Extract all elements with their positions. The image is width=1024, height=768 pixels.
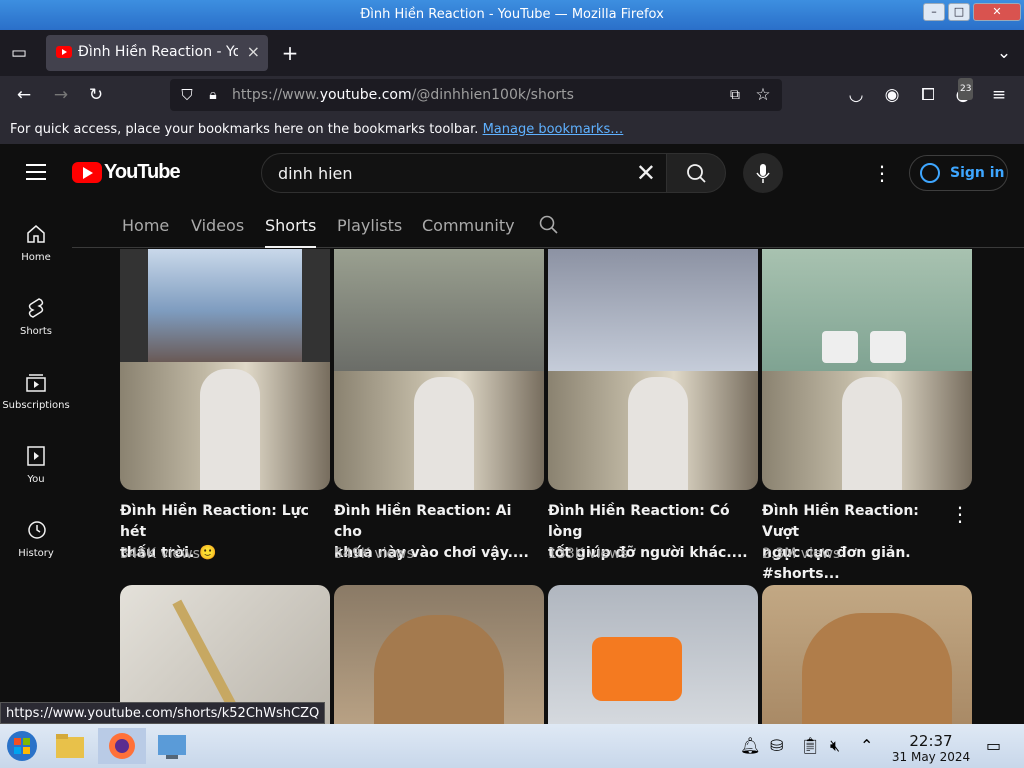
volume-muted-icon[interactable]: 🔇︎ bbox=[830, 728, 854, 764]
extensions-icon[interactable]: ⧠ bbox=[917, 84, 939, 106]
minimize-button[interactable]: – bbox=[923, 3, 945, 21]
bookmarks-hint: For quick access, place your bookmarks h… bbox=[10, 122, 624, 137]
notification-bell-icon[interactable]: 🔔︎ bbox=[740, 728, 764, 764]
settings-dots-icon[interactable]: ⋮ bbox=[872, 160, 892, 186]
channel-tabs: Home Videos Shorts Playlists Community bbox=[72, 202, 1024, 248]
guide-menu-icon[interactable] bbox=[26, 164, 46, 180]
youtube-logo-icon[interactable] bbox=[72, 162, 102, 183]
address-bar[interactable]: ⛉ 🔒︎ https://www.youtube.com/@dinhhien10… bbox=[170, 79, 782, 111]
youtube-wordmark[interactable]: YouTube bbox=[104, 161, 181, 184]
history-icon bbox=[28, 521, 46, 539]
video-title[interactable]: Đình Hiền Reaction: Vượt ngục cực đơn giả… bbox=[762, 501, 952, 585]
file-manager-icon[interactable] bbox=[50, 728, 90, 764]
url-text[interactable]: https://www.youtube.com/@dinhhien100k/sh… bbox=[232, 87, 574, 103]
show-desktop-icon[interactable]: ▭ bbox=[986, 728, 1010, 764]
rail-item-home[interactable]: Home bbox=[0, 222, 72, 282]
user-avatar-icon bbox=[920, 163, 940, 183]
status-link-url: https://www.youtube.com/shorts/k52ChWshC… bbox=[0, 702, 326, 724]
view-count: 133K views bbox=[548, 546, 628, 562]
start-menu-icon[interactable] bbox=[2, 728, 42, 764]
search-input[interactable]: dinh hien ✕ bbox=[261, 153, 667, 193]
tab-strip: ▭ Đình Hiền Reaction - You × + ⌄ bbox=[0, 30, 1024, 76]
window-title: Đình Hiền Reaction - YouTube — Mozilla F… bbox=[360, 7, 664, 22]
forward-arrow-icon[interactable]: → bbox=[50, 84, 72, 106]
tab-label: Đình Hiền Reaction - You bbox=[78, 44, 238, 60]
short-thumbnail[interactable] bbox=[762, 585, 972, 724]
tab-youtube[interactable]: Đình Hiền Reaction - You × bbox=[46, 35, 268, 71]
rail-item-you[interactable]: You bbox=[0, 444, 72, 504]
bookmark-star-icon[interactable]: ☆ bbox=[752, 84, 774, 106]
short-thumbnail[interactable] bbox=[120, 249, 330, 490]
maximize-button[interactable]: □ bbox=[948, 3, 970, 21]
home-icon bbox=[27, 225, 45, 243]
picture-in-picture-icon[interactable]: ⧉ bbox=[724, 84, 746, 106]
more-options-icon[interactable]: ⋮ bbox=[950, 502, 970, 526]
tab-playlists[interactable]: Playlists bbox=[337, 216, 402, 235]
subscriptions-icon bbox=[26, 374, 46, 392]
tab-home[interactable]: Home bbox=[122, 216, 169, 235]
channel-search-icon[interactable] bbox=[538, 214, 560, 236]
search-icon bbox=[687, 164, 706, 183]
search-button[interactable] bbox=[666, 153, 726, 193]
taskbar: 🔔︎ ⛁ 📋︎ 🔇︎ ⌃ 22:37 31 May 2024 ▭ bbox=[0, 724, 1024, 768]
sign-in-button[interactable]: Sign in bbox=[909, 155, 1008, 191]
rail-item-subscriptions[interactable]: Subscriptions bbox=[0, 370, 72, 430]
system-clock[interactable]: 22:37 31 May 2024 bbox=[886, 732, 976, 764]
short-thumbnail[interactable] bbox=[334, 249, 544, 490]
addon-badge-count: 23 bbox=[958, 78, 974, 100]
view-count: 346K views bbox=[120, 546, 200, 562]
view-count: 549K views bbox=[334, 546, 414, 562]
shorts-icon bbox=[28, 298, 44, 318]
window-titlebar: Đình Hiền Reaction - YouTube — Mozilla F… bbox=[0, 0, 1024, 30]
clear-search-icon[interactable]: ✕ bbox=[636, 159, 656, 187]
control-panel-icon[interactable] bbox=[152, 728, 192, 764]
pocket-icon[interactable]: ◡ bbox=[845, 84, 867, 106]
tab-shorts[interactable]: Shorts bbox=[265, 216, 317, 248]
navigation-bar: ← → ↻ ⛉ 🔒︎ https://www.youtube.com/@dinh… bbox=[0, 76, 1024, 114]
you-icon bbox=[27, 446, 45, 466]
voice-search-button[interactable] bbox=[743, 153, 783, 193]
addon-badge-icon[interactable]: 23● bbox=[952, 78, 974, 106]
short-thumbnail[interactable] bbox=[334, 585, 544, 724]
manage-bookmarks-link[interactable]: Manage bookmarks… bbox=[483, 122, 624, 137]
tracking-shield-icon[interactable]: ⛉ bbox=[176, 84, 198, 106]
youtube-header: YouTube dinh hien ✕ ⋮ Sign in bbox=[0, 144, 1024, 202]
bookmarks-toolbar: For quick access, place your bookmarks h… bbox=[0, 114, 1024, 144]
short-thumbnail[interactable] bbox=[762, 249, 972, 490]
short-thumbnail[interactable] bbox=[548, 585, 758, 724]
tab-overview-icon[interactable]: ▭ bbox=[8, 42, 30, 64]
close-window-button[interactable]: ✕ bbox=[973, 3, 1021, 21]
list-tabs-chevron-icon[interactable]: ⌄ bbox=[993, 42, 1015, 64]
rail-item-shorts[interactable]: Shorts bbox=[0, 296, 72, 356]
youtube-favicon-icon bbox=[56, 46, 72, 58]
tray-expand-icon[interactable]: ⌃ bbox=[860, 728, 880, 764]
microphone-icon bbox=[756, 164, 770, 183]
new-tab-button[interactable]: + bbox=[279, 42, 301, 64]
app-menu-icon[interactable]: ≡ bbox=[988, 84, 1010, 106]
close-tab-icon[interactable]: × bbox=[247, 42, 260, 61]
short-thumbnail[interactable] bbox=[548, 249, 758, 490]
firefox-taskbar-icon[interactable] bbox=[98, 728, 146, 764]
lock-icon[interactable]: 🔒︎ bbox=[202, 84, 224, 106]
back-arrow-icon[interactable]: ← bbox=[13, 84, 35, 106]
view-count: 2.3M views bbox=[762, 546, 841, 562]
tab-videos[interactable]: Videos bbox=[191, 216, 244, 235]
rail-item-history[interactable]: History bbox=[0, 518, 72, 578]
clipboard-icon[interactable]: 📋︎ bbox=[800, 728, 824, 764]
tab-community[interactable]: Community bbox=[422, 216, 515, 235]
network-icon[interactable]: ⛁ bbox=[770, 728, 794, 764]
reload-icon[interactable]: ↻ bbox=[85, 84, 107, 106]
account-icon[interactable]: ◉ bbox=[881, 84, 903, 106]
